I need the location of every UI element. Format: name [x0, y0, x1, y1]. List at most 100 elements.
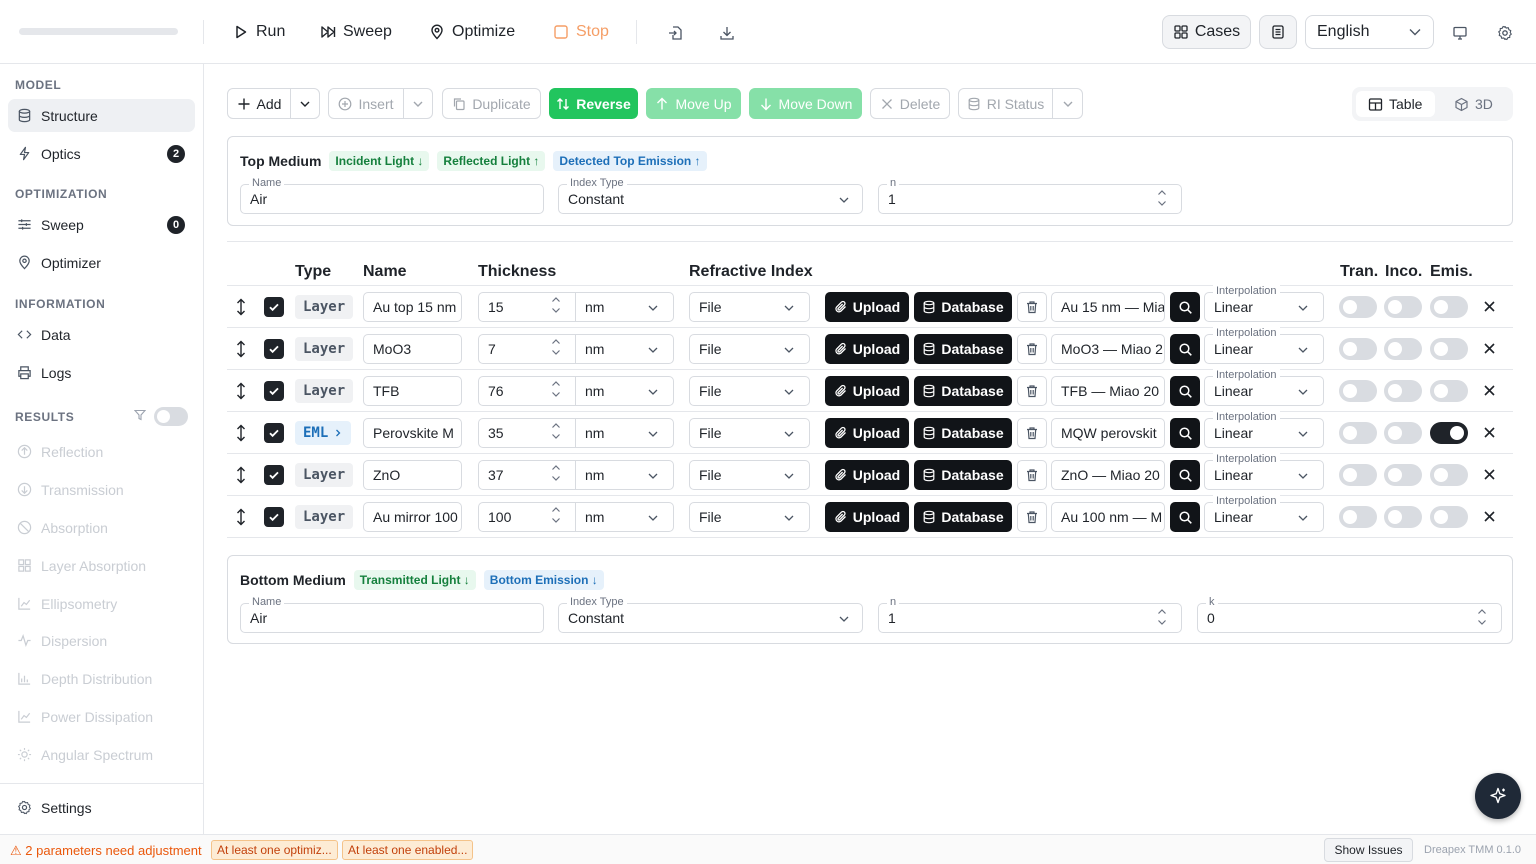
search-ri-button[interactable] — [1170, 376, 1200, 406]
issue-chip[interactable]: At least one enabled... — [342, 840, 474, 860]
sidebar-item-optics[interactable]: Optics 2 — [8, 137, 195, 170]
database-button[interactable]: Database — [914, 376, 1012, 406]
remove-layer-button[interactable] — [1483, 342, 1497, 356]
layer-type-chip[interactable]: Layer — [295, 463, 354, 487]
interpolation-select[interactable]: Interpolation Linear — [1204, 411, 1324, 448]
bottom-medium-name-field[interactable]: Name Air — [240, 596, 544, 633]
number-stepper[interactable] — [551, 422, 561, 440]
optimize-button[interactable]: Optimize — [429, 20, 515, 44]
search-ri-button[interactable] — [1170, 334, 1200, 364]
filter-icon[interactable] — [134, 409, 146, 421]
drag-handle[interactable] — [235, 424, 247, 445]
language-select[interactable]: English — [1305, 15, 1434, 49]
incoherent-toggle[interactable] — [1384, 464, 1422, 486]
interpolation-select[interactable]: Interpolation Linear — [1204, 495, 1324, 532]
sweep-button[interactable]: Sweep — [320, 20, 392, 44]
search-ri-button[interactable] — [1170, 418, 1200, 448]
cases-button[interactable]: Cases — [1162, 15, 1251, 49]
tab-3d[interactable]: 3D — [1442, 91, 1505, 117]
layer-name-input[interactable]: MoO3 — [363, 334, 462, 364]
bottom-medium-n-input[interactable]: n 1 — [878, 596, 1182, 633]
assistant-button[interactable] — [1475, 773, 1521, 819]
transparent-toggle[interactable] — [1339, 296, 1377, 318]
drag-handle[interactable] — [235, 508, 247, 529]
number-stepper[interactable] — [1157, 608, 1167, 626]
search-ri-button[interactable] — [1170, 502, 1200, 532]
number-stepper[interactable] — [551, 464, 561, 482]
sidebar-item-settings[interactable]: Settings — [8, 791, 195, 824]
ri-status-button[interactable]: RI Status — [958, 88, 1053, 119]
thickness-input[interactable]: 37 — [478, 460, 576, 490]
delete-button[interactable]: Delete — [870, 88, 950, 119]
interpolation-select[interactable]: Interpolation Linear — [1204, 369, 1324, 406]
transparent-toggle[interactable] — [1339, 464, 1377, 486]
warning-text[interactable]: ⚠ 2 parameters need adjustment — [10, 843, 202, 859]
results-toggle[interactable] — [154, 407, 188, 426]
sidebar-item-absorption[interactable]: Absorption — [8, 511, 195, 544]
add-button[interactable]: Add — [227, 88, 291, 119]
layer-type-chip[interactable]: Layer — [295, 505, 354, 529]
clear-file-button[interactable] — [1017, 502, 1047, 532]
sidebar-item-structure[interactable]: Structure — [8, 99, 195, 132]
emissive-toggle[interactable] — [1430, 422, 1468, 444]
database-button[interactable]: Database — [914, 334, 1012, 364]
number-stepper[interactable] — [1477, 608, 1487, 626]
layer-name-input[interactable]: Perovskite M — [363, 418, 462, 448]
import-button[interactable] — [666, 24, 684, 42]
tab-table[interactable]: Table — [1356, 91, 1435, 117]
thickness-input[interactable]: 15 — [478, 292, 576, 322]
layer-type-chip[interactable]: Layer — [295, 379, 354, 403]
number-stepper[interactable] — [551, 338, 561, 356]
thickness-input[interactable]: 7 — [478, 334, 576, 364]
add-dropdown-button[interactable] — [290, 88, 320, 119]
emissive-toggle[interactable] — [1430, 464, 1468, 486]
bottom-medium-k-input[interactable]: k 0 — [1197, 596, 1502, 633]
transparent-toggle[interactable] — [1339, 506, 1377, 528]
clear-file-button[interactable] — [1017, 418, 1047, 448]
sidebar-item-transmission[interactable]: Transmission — [8, 473, 195, 506]
number-stepper[interactable] — [1157, 189, 1167, 207]
incoherent-toggle[interactable] — [1384, 380, 1422, 402]
refractive-index-source-select[interactable]: File — [689, 502, 810, 532]
number-stepper[interactable] — [551, 506, 561, 524]
emissive-toggle[interactable] — [1430, 380, 1468, 402]
upload-button[interactable]: Upload — [825, 334, 909, 364]
upload-button[interactable]: Upload — [825, 418, 909, 448]
sidebar-item-angular-spectrum[interactable]: Angular Spectrum — [8, 738, 195, 771]
incoherent-toggle[interactable] — [1384, 506, 1422, 528]
database-button[interactable]: Database — [914, 292, 1012, 322]
run-button[interactable]: Run — [233, 20, 285, 44]
refractive-index-source-select[interactable]: File — [689, 376, 810, 406]
clear-file-button[interactable] — [1017, 376, 1047, 406]
bottom-medium-index-type-select[interactable]: Index Type Constant — [558, 596, 863, 633]
layer-enabled-checkbox[interactable] — [264, 339, 284, 359]
layer-enabled-checkbox[interactable] — [264, 465, 284, 485]
settings-top-button[interactable] — [1496, 24, 1514, 42]
clear-file-button[interactable] — [1017, 292, 1047, 322]
thickness-unit-select[interactable]: nm — [575, 376, 674, 406]
search-ri-button[interactable] — [1170, 460, 1200, 490]
layer-name-input[interactable]: Au mirror 100 — [363, 502, 462, 532]
display-button[interactable] — [1451, 24, 1469, 42]
upload-button[interactable]: Upload — [825, 460, 909, 490]
layer-type-chip[interactable]: Layer — [295, 337, 354, 361]
number-stepper[interactable] — [551, 380, 561, 398]
layer-type-chip[interactable]: EML — [295, 421, 352, 445]
sidebar-item-sweep[interactable]: Sweep 0 — [8, 208, 195, 241]
emissive-toggle[interactable] — [1430, 338, 1468, 360]
issue-chip[interactable]: At least one optimiz... — [211, 840, 338, 860]
sidebar-item-dispersion[interactable]: Dispersion — [8, 624, 195, 657]
layer-name-input[interactable]: TFB — [363, 376, 462, 406]
thickness-input[interactable]: 76 — [478, 376, 576, 406]
notes-button[interactable] — [1259, 15, 1297, 49]
download-button[interactable] — [718, 24, 736, 42]
incoherent-toggle[interactable] — [1384, 422, 1422, 444]
stop-button[interactable]: Stop — [553, 20, 609, 44]
database-button[interactable]: Database — [914, 502, 1012, 532]
remove-layer-button[interactable] — [1483, 510, 1497, 524]
sidebar-item-power-dissipation[interactable]: Power Dissipation — [8, 700, 195, 733]
thickness-unit-select[interactable]: nm — [575, 460, 674, 490]
emissive-toggle[interactable] — [1430, 506, 1468, 528]
show-issues-button[interactable]: Show Issues — [1324, 838, 1413, 862]
emissive-toggle[interactable] — [1430, 296, 1468, 318]
